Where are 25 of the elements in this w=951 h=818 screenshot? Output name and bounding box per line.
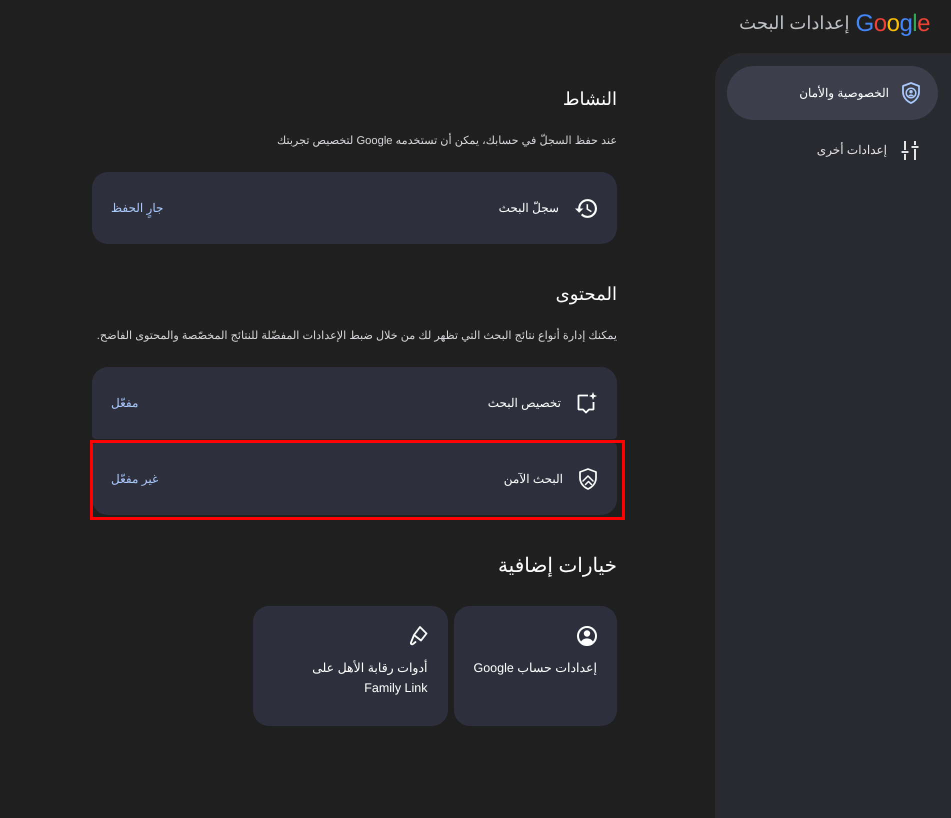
link-tile[interactable]: أدوات رقابة الأهل على Family Link (252, 606, 448, 726)
section-heading: النشاط (562, 88, 617, 111)
shield-icon (579, 468, 597, 490)
section-description: يمكنك إدارة أنواع نتائج البحث التي تظهر لك من خلال ضبط الإعدادات المفضّلة للنتائج المخصّصة والمحتوى الفاضح. (92, 326, 617, 346)
section-heading: خيارات إضافية (496, 554, 617, 579)
setting-label: سجلّ البحث (498, 201, 559, 215)
sparkle-bubble-icon (577, 392, 597, 414)
setting-label: تخصيص البحث (488, 396, 561, 410)
setting-status: مفعّل (111, 396, 138, 410)
section-heading: المحتوى (554, 283, 617, 306)
setting-label: البحث الآمن (504, 472, 563, 486)
shield-person-icon (902, 82, 920, 104)
account-circle-icon (577, 626, 597, 646)
kite-icon (408, 626, 428, 646)
setting-row[interactable]: تخصيص البحث مفعّل (92, 367, 617, 439)
sliders-icon (900, 140, 920, 160)
link-tile[interactable]: إعدادات حساب Google (454, 606, 617, 726)
setting-status: غير مفعّل (111, 472, 158, 486)
page-title: إعدادات البحث (739, 13, 850, 34)
section-description: عند حفظ السجلّ في حسابك، يمكن أن تستخدمه Google لتخصيص تجربتك (92, 131, 617, 151)
sidebar-item[interactable]: الخصوصية والأمان (727, 66, 938, 120)
setting-row[interactable]: سجلّ البحث جارٍ الحفظ (92, 172, 617, 244)
google-logo: Google (856, 10, 930, 38)
sidebar-item[interactable]: إعدادات أخرى (727, 123, 938, 177)
history-icon (575, 198, 597, 218)
